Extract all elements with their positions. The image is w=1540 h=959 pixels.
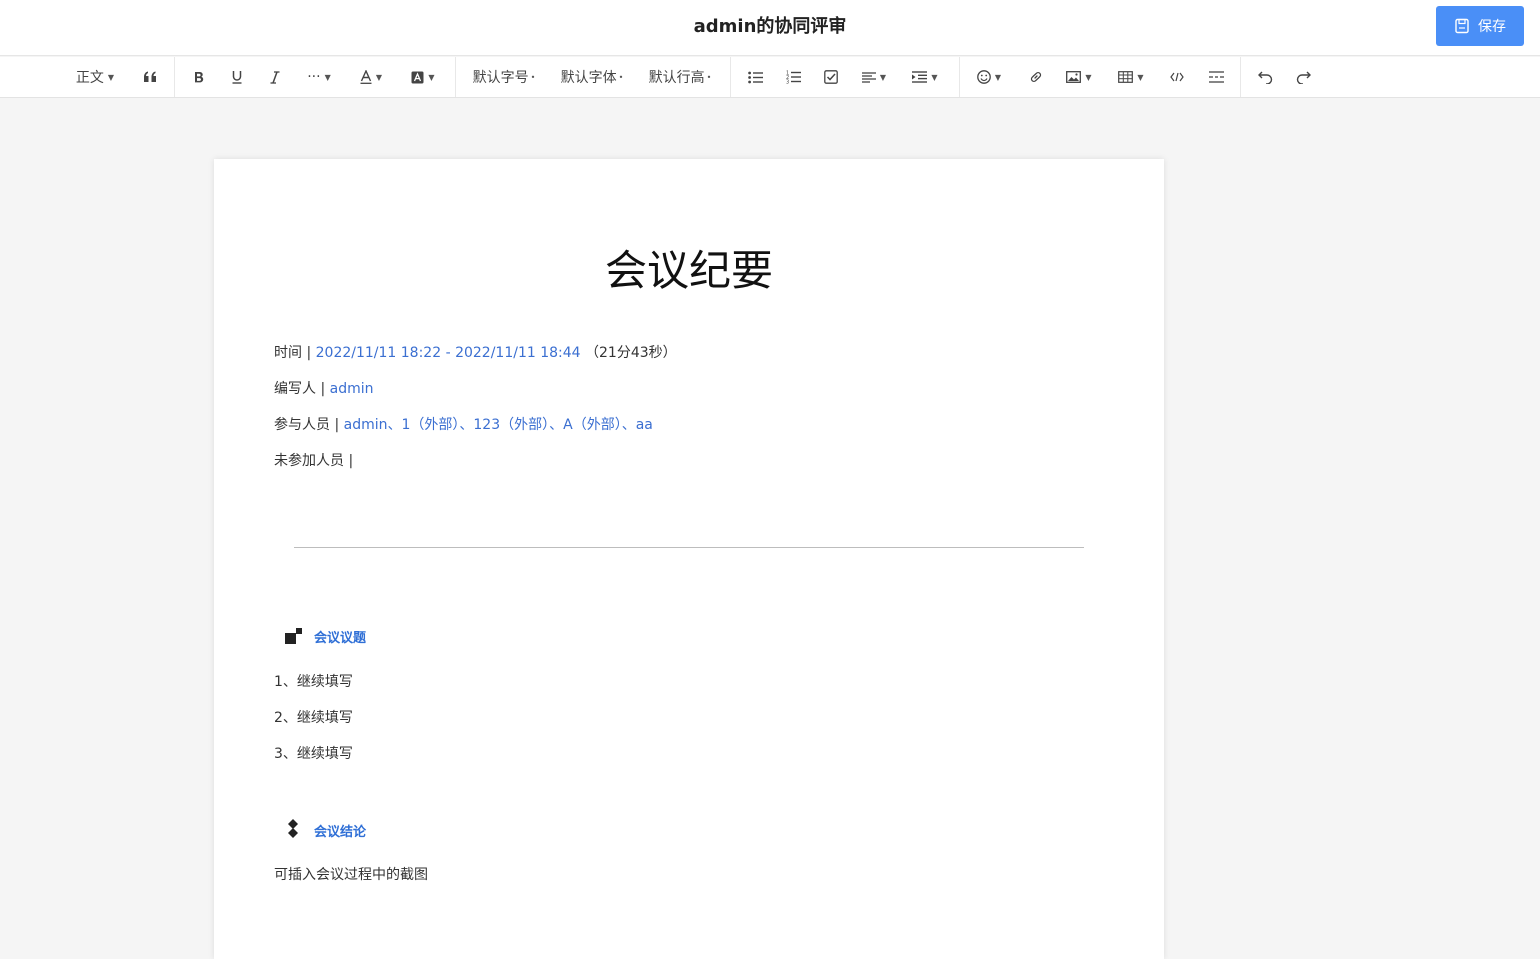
underline-icon [232,71,242,84]
emoji-button[interactable]: ▼ [973,57,1005,97]
numbered-list-button[interactable]: 123 [782,57,804,97]
chevron-down-icon: ▼ [428,72,435,82]
conclusion-text[interactable]: 可插入会议过程中的截图 [274,864,428,884]
table-icon [1118,71,1134,83]
align-left-icon [861,71,876,83]
absent-label: 未参加人员 | [274,453,354,469]
editor-toolbar: 正文 ▼ ··· ▼ ▼ ▼ 默认字号 • 默认字体 • 默认行高 • 123 ▼ [0,57,1540,98]
horizontal-rule-icon [1208,71,1224,83]
font-family-value: 默认字体 [560,70,617,86]
chevron-down-icon: ▼ [1085,72,1092,82]
todo-list-button[interactable] [820,57,842,97]
document-title[interactable]: 会议纪要 [214,237,1164,298]
font-family-select[interactable]: 默认字体 • [558,57,626,97]
underline-button[interactable] [226,57,248,97]
bullet-list-button[interactable] [744,57,766,97]
duration-value: （21分43秒） [585,345,677,361]
save-label: 保存 [1478,18,1506,34]
list-item[interactable]: 3、继续填写 [274,743,353,763]
divider-line [294,547,1084,548]
font-size-value: 默认字号 [472,70,529,86]
list-item[interactable]: 2、继续填写 [274,707,353,727]
author-label: 编写人 | [274,381,330,397]
toolbar-divider [174,57,175,97]
participants-line[interactable]: 参与人员 | admin、1（外部）、123（外部）、A（外部）、aa [274,414,653,434]
chevron-down-icon: ▼ [1137,72,1144,82]
toolbar-divider [455,57,456,97]
align-button[interactable]: ▼ [858,57,890,97]
background-color-button[interactable]: ▼ [406,57,440,97]
link-icon [1030,72,1042,82]
italic-icon [270,70,280,84]
author-line[interactable]: 编写人 | admin [274,378,374,398]
paragraph-style-value: 正文 [75,70,104,86]
quote-button[interactable] [138,57,162,97]
divider-button[interactable] [1205,57,1227,97]
agenda-heading-label: 会议议题 [314,631,367,646]
font-color-button[interactable]: ▼ [354,57,388,97]
font-size-select[interactable]: 默认字号 • [470,57,538,97]
svg-text:3: 3 [786,80,789,85]
chevron-down-icon: ▼ [879,72,887,82]
indent-icon [912,71,928,83]
square-blocks-icon [285,627,302,644]
paragraph-style-select[interactable]: 正文 ▼ [70,57,120,97]
time-label: 时间 | [274,345,316,361]
code-icon [1170,72,1184,82]
chevron-down-icon: ▼ [324,72,331,82]
more-formats-button[interactable]: ··· ▼ [302,57,336,97]
image-button[interactable]: ▼ [1062,57,1096,97]
agenda-heading[interactable]: 会议议题 [284,627,366,646]
bullet-list-icon [747,71,763,83]
undo-button[interactable] [1254,57,1276,97]
line-height-value: 默认行高 [648,70,705,86]
participants-value: admin、1（外部）、123（外部）、A（外部）、aa [343,417,653,433]
top-header: admin的协同评审 保存 [0,0,1540,56]
time-value: 2022/11/11 18:22 - 2022/11/11 18:44 [315,345,581,361]
chevron-down-icon: • [530,72,536,82]
chevron-down-icon: ▼ [107,72,115,82]
toolbar-divider [959,57,960,97]
list-item[interactable]: 1、继续填写 [274,671,353,691]
document-name: admin的协同评审 [693,16,847,37]
chevron-down-icon: • [706,72,712,82]
font-color-icon [360,70,372,84]
chevron-down-icon: ▼ [994,72,1002,82]
undo-icon [1257,71,1272,84]
quote-icon [144,71,156,82]
line-height-select[interactable]: 默认行高 • [646,57,714,97]
bold-icon [195,71,204,82]
emoji-icon [977,70,991,84]
save-button[interactable]: 保存 [1436,6,1524,46]
code-button[interactable] [1166,57,1188,97]
toolbar-divider [1240,57,1241,97]
diamond-blocks-icon [288,819,298,838]
author-value: admin [329,381,374,397]
save-icon [1455,18,1469,34]
chevron-down-icon: ▼ [375,72,383,82]
checkbox-icon [824,70,838,84]
chevron-down-icon: ▼ [931,72,938,82]
bold-button[interactable] [188,57,210,97]
background-color-icon [411,71,424,83]
absent-line[interactable]: 未参加人员 | [274,450,353,470]
redo-button[interactable] [1292,57,1314,97]
numbered-list-icon: 123 [786,71,801,85]
indent-button[interactable]: ▼ [908,57,942,97]
toolbar-divider [730,57,731,97]
italic-button[interactable] [264,57,286,97]
document-page[interactable]: 会议纪要 时间 | 2022/11/11 18:22 - 2022/11/11 … [214,159,1164,959]
image-icon [1066,71,1082,83]
conclusion-heading[interactable]: 会议结论 [284,819,366,841]
chevron-down-icon: • [618,72,624,82]
participants-label: 参与人员 | [274,417,344,433]
link-button[interactable] [1025,57,1047,97]
table-button[interactable]: ▼ [1114,57,1148,97]
more-icon: ··· [307,69,321,85]
meeting-time-line[interactable]: 时间 | 2022/11/11 18:22 - 2022/11/11 18:44… [274,342,677,362]
conclusion-heading-label: 会议结论 [314,824,367,840]
redo-icon [1296,71,1311,84]
